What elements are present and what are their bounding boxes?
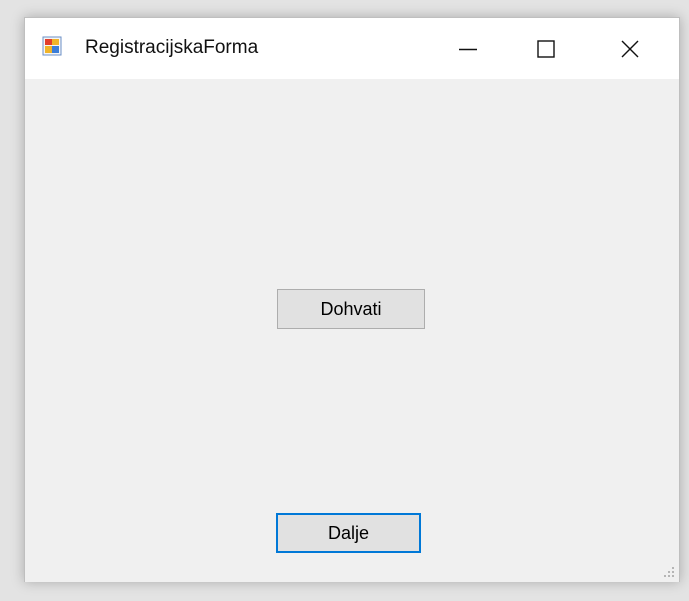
minimize-icon xyxy=(459,48,477,50)
form-client-area: Dohvati Dalje xyxy=(25,79,679,582)
app-icon xyxy=(42,36,62,56)
window-title: RegistracijskaForma xyxy=(85,37,259,58)
resize-grip-icon[interactable] xyxy=(663,566,675,578)
dalje-button[interactable]: Dalje xyxy=(276,513,421,553)
minimize-button[interactable] xyxy=(429,18,507,79)
registration-form-window: RegistracijskaForma Dohvati Dalje xyxy=(24,17,680,582)
maximize-button[interactable] xyxy=(507,18,585,79)
close-button[interactable] xyxy=(591,18,669,79)
close-icon xyxy=(621,40,639,57)
desktop-background: RegistracijskaForma Dohvati Dalje xyxy=(0,0,689,601)
title-bar[interactable]: RegistracijskaForma xyxy=(25,18,679,79)
maximize-icon xyxy=(537,39,555,58)
dohvati-button[interactable]: Dohvati xyxy=(277,289,425,329)
